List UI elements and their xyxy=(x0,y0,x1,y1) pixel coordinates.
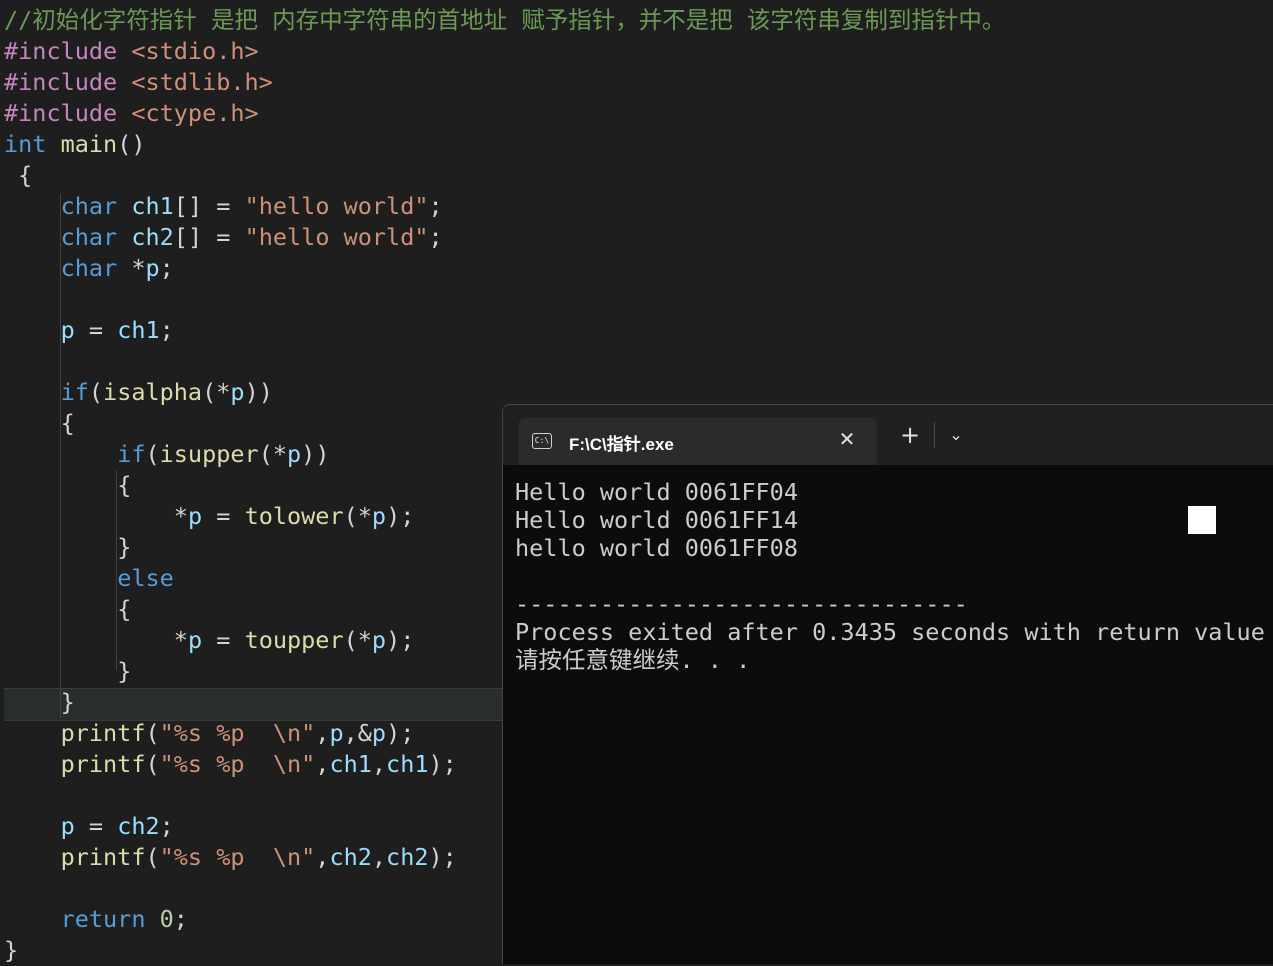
chevron-down-icon[interactable]: ⌄ xyxy=(944,423,968,447)
terminal-output-line: Hello world 0061FF14 xyxy=(515,506,798,534)
code-line: int main() xyxy=(4,130,146,158)
code-line: { xyxy=(117,471,132,499)
code-line: #include <ctype.h> xyxy=(4,99,259,127)
code-line: printf("%s %p \n",ch1,ch1); xyxy=(60,750,457,778)
code-line: } xyxy=(117,533,132,561)
terminal-window[interactable]: C:\ F:\C\指针.exe ✕ + ⌄ Hello world 0061FF… xyxy=(502,404,1273,964)
terminal-output-line: -------------------------------- xyxy=(515,590,968,618)
terminal-cursor xyxy=(1188,506,1216,534)
terminal-tab[interactable]: C:\ F:\C\指针.exe ✕ xyxy=(518,418,877,465)
terminal-output-line: 请按任意键继续. . . xyxy=(515,646,751,674)
code-line: #include <stdlib.h> xyxy=(4,68,273,96)
code-line: char ch1[] = "hello world"; xyxy=(60,192,443,220)
code-line: { xyxy=(60,409,75,437)
code-line: *p = toupper(*p); xyxy=(173,626,415,654)
code-line: char ch2[] = "hello world"; xyxy=(60,223,443,251)
code-line: #include <stdio.h> xyxy=(4,37,259,65)
terminal-output-line: Hello world 0061FF04 xyxy=(515,478,798,506)
code-line: if(isupper(*p)) xyxy=(117,440,330,468)
code-line: } xyxy=(117,657,132,685)
code-line: p = ch1; xyxy=(60,316,174,344)
new-tab-button[interactable]: + xyxy=(898,423,922,447)
close-icon[interactable]: ✕ xyxy=(836,428,858,450)
tab-separator xyxy=(934,422,935,448)
code-line: if(isalpha(*p)) xyxy=(60,378,273,406)
code-line: { xyxy=(18,161,33,189)
code-line: else xyxy=(117,564,174,592)
code-line: char *p; xyxy=(60,254,174,282)
code-line: printf("%s %p \n",p,&p); xyxy=(60,719,415,747)
current-line-highlight xyxy=(4,688,504,721)
terminal-output-line: Process exited after 0.3435 seconds with… xyxy=(515,618,1273,646)
code-line: { xyxy=(117,595,132,623)
code-line: } xyxy=(60,688,75,716)
code-line: return 0; xyxy=(60,905,188,933)
code-line: p = ch2; xyxy=(60,812,174,840)
code-line: } xyxy=(4,936,19,964)
code-line: *p = tolower(*p); xyxy=(173,502,415,530)
code-comment-line: //初始化字符指针 是把 内存中字符串的首地址 赋予指针，并不是把 该字符串复制… xyxy=(4,6,1006,34)
console-icon: C:\ xyxy=(532,433,552,449)
tab-title: F:\C\指针.exe xyxy=(569,435,674,454)
code-line: printf("%s %p \n",ch2,ch2); xyxy=(60,843,457,871)
terminal-output-line: hello world 0061FF08 xyxy=(515,534,798,562)
terminal-titlebar: C:\ F:\C\指针.exe ✕ + ⌄ xyxy=(503,405,1273,465)
